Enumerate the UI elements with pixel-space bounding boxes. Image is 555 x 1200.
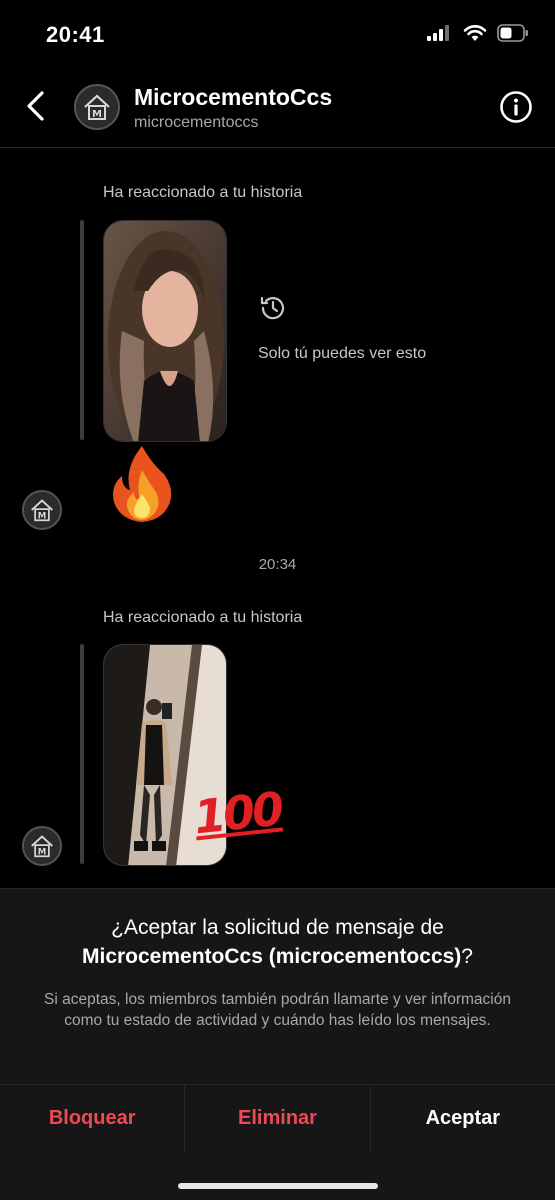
bottom-safe-area xyxy=(0,1152,555,1200)
info-button[interactable] xyxy=(499,90,533,124)
back-button[interactable] xyxy=(18,88,52,128)
svg-text:M: M xyxy=(92,109,102,120)
request-title: ¿Aceptar la solicitud de mensaje de Micr… xyxy=(20,913,535,971)
message-thread[interactable]: · · · · · · Ha reaccionado a tu historia xyxy=(0,148,555,888)
reaction-label: Ha reaccionado a tu historia xyxy=(103,609,303,626)
info-icon xyxy=(499,91,533,128)
fire-emoji xyxy=(108,444,176,529)
sender-avatar[interactable]: M xyxy=(22,826,62,866)
story-thumbnail[interactable] xyxy=(103,220,227,442)
request-title-name: MicrocementoCcs (microcementoccs) xyxy=(82,945,462,968)
svg-text:M: M xyxy=(38,848,47,858)
history-icon xyxy=(258,293,288,328)
wifi-icon xyxy=(463,24,487,47)
message-request-panel: ¿Aceptar la solicitud de mensaje de Micr… xyxy=(0,888,555,1084)
battery-icon xyxy=(497,24,529,47)
story-portrait-image xyxy=(104,221,226,441)
accept-button[interactable]: Aceptar xyxy=(369,1085,555,1152)
hundred-points-emoji: 100 xyxy=(191,781,284,845)
private-note: Solo tú puedes ver esto xyxy=(258,345,427,362)
svg-text:M: M xyxy=(38,512,47,522)
status-icons xyxy=(427,24,529,47)
request-title-suffix: ? xyxy=(461,945,473,968)
signal-icon xyxy=(427,25,453,46)
reaction-label: Ha reaccionado a tu historia xyxy=(103,184,303,201)
sender-avatar[interactable]: M xyxy=(22,490,62,530)
status-bar: 20:41 xyxy=(0,0,555,70)
story-reply-bar xyxy=(80,644,84,864)
time-separator: 20:34 xyxy=(258,556,297,573)
chevron-left-icon xyxy=(24,90,46,127)
house-logo-icon: M xyxy=(24,828,60,864)
home-indicator[interactable] xyxy=(178,1183,378,1189)
conversation-handle: microcementoccs xyxy=(134,114,259,131)
request-actions: Bloquear Eliminar Aceptar xyxy=(0,1084,555,1152)
house-logo-icon: M xyxy=(24,492,60,528)
conversation-header: M MicrocementoCcs microcementoccs xyxy=(0,70,555,148)
block-button[interactable]: Bloquear xyxy=(0,1085,184,1152)
cut-off-timestamp: · · · · · · xyxy=(0,148,555,152)
house-logo-icon: M xyxy=(76,86,118,128)
status-time: 20:41 xyxy=(46,22,105,47)
request-title-prefix: ¿Aceptar la solicitud de mensaje de xyxy=(111,916,444,939)
story-reply-bar xyxy=(80,220,84,440)
delete-button[interactable]: Eliminar xyxy=(184,1085,369,1152)
avatar[interactable]: M xyxy=(74,84,120,130)
conversation-name[interactable]: MicrocementoCcs xyxy=(134,84,332,111)
request-description: Si aceptas, los miembros también podrán … xyxy=(44,991,511,1029)
